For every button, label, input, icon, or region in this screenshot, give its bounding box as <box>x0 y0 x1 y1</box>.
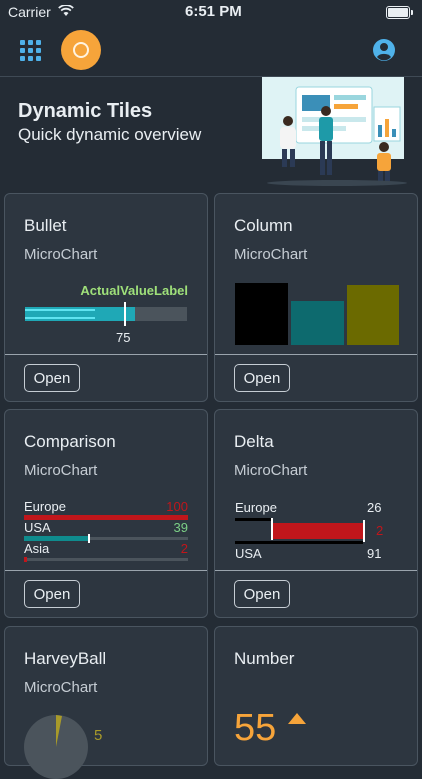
bullet-value-label: 75 <box>116 330 131 345</box>
delta-tile[interactable]: Delta MicroChart Europe 26 2 USA 91 Open <box>214 409 418 618</box>
bullet-actual-label: ActualValueLabel <box>80 283 188 298</box>
delta-top-bar <box>235 518 271 521</box>
comparison-tile[interactable]: Comparison MicroChart Europe 100 USA 39 … <box>4 409 208 618</box>
bullet-line-bottom <box>25 317 95 319</box>
row-label: USA <box>24 520 51 535</box>
comparison-row-asia: Asia 2 <box>24 541 188 571</box>
delta-top-label: Europe <box>235 500 277 515</box>
harveyball-tile[interactable]: HarveyBall MicroChart 5 <box>4 626 208 779</box>
status-bar: Carrier 6:51 PM <box>0 0 422 24</box>
app-launcher-grid-icon[interactable] <box>20 40 42 62</box>
tile-title: Bullet <box>24 216 67 235</box>
open-button[interactable]: Open <box>24 364 80 392</box>
wifi-icon <box>58 5 74 16</box>
column-bar-3 <box>347 285 399 345</box>
number-tile[interactable]: Number 55 <box>214 626 418 766</box>
open-button[interactable]: Open <box>234 364 290 392</box>
column-tile[interactable]: Column MicroChart Open <box>214 193 418 402</box>
tile-title: Comparison <box>24 432 116 451</box>
page-header: Dynamic Tiles Quick dynamic overview <box>0 77 422 192</box>
battery-icon <box>386 6 413 19</box>
bullet-target-marker <box>124 302 126 326</box>
app-logo[interactable] <box>61 30 101 70</box>
page-subtitle: Quick dynamic overview <box>18 125 202 144</box>
number-value: 55 <box>234 707 277 749</box>
page-title: Dynamic Tiles <box>18 100 153 122</box>
delta-bottom-bar <box>235 541 363 544</box>
top-navigation-bar <box>0 24 422 77</box>
tile-subtitle: MicroChart <box>24 246 98 263</box>
harvey-ball-chart <box>24 715 88 779</box>
delta-bottom-label: USA <box>235 546 262 561</box>
delta-bottom-value: 91 <box>367 546 382 561</box>
tile-title: Number <box>234 649 295 668</box>
tile-divider <box>5 570 207 571</box>
row-value: 39 <box>173 520 188 535</box>
harvey-value: 5 <box>94 727 103 744</box>
column-bar-2 <box>291 301 344 345</box>
row-label: Asia <box>24 541 50 556</box>
delta-top-value: 26 <box>367 500 382 515</box>
open-button[interactable]: Open <box>24 580 80 608</box>
open-button[interactable]: Open <box>234 580 290 608</box>
clock: 6:51 PM <box>185 3 242 20</box>
tile-title: Delta <box>234 432 274 451</box>
tile-title: HarveyBall <box>24 649 107 668</box>
bullet-line-top <box>25 309 95 311</box>
row-label: Europe <box>24 499 66 514</box>
trend-up-icon <box>288 713 306 724</box>
delta-bar <box>273 523 363 539</box>
carrier-label: Carrier <box>8 4 51 20</box>
delta-right-marker <box>363 520 365 542</box>
team-illustration <box>262 77 407 186</box>
bullet-tile[interactable]: Bullet MicroChart ActualValueLabel 75 Op… <box>4 193 208 402</box>
delta-value: 2 <box>376 523 384 538</box>
tile-subtitle: MicroChart <box>234 462 308 479</box>
column-bar-1 <box>235 283 288 345</box>
tile-subtitle: MicroChart <box>234 246 308 263</box>
tile-subtitle: MicroChart <box>24 679 98 696</box>
row-bar <box>24 557 27 562</box>
row-value: 100 <box>166 499 188 514</box>
harvey-ball-slice <box>56 715 62 747</box>
tile-title: Column <box>234 216 293 235</box>
user-profile-icon[interactable] <box>372 38 396 62</box>
tile-subtitle: MicroChart <box>24 462 98 479</box>
tile-divider <box>215 570 417 571</box>
row-value: 2 <box>180 541 188 556</box>
tile-divider <box>215 354 417 355</box>
tile-divider <box>5 354 207 355</box>
